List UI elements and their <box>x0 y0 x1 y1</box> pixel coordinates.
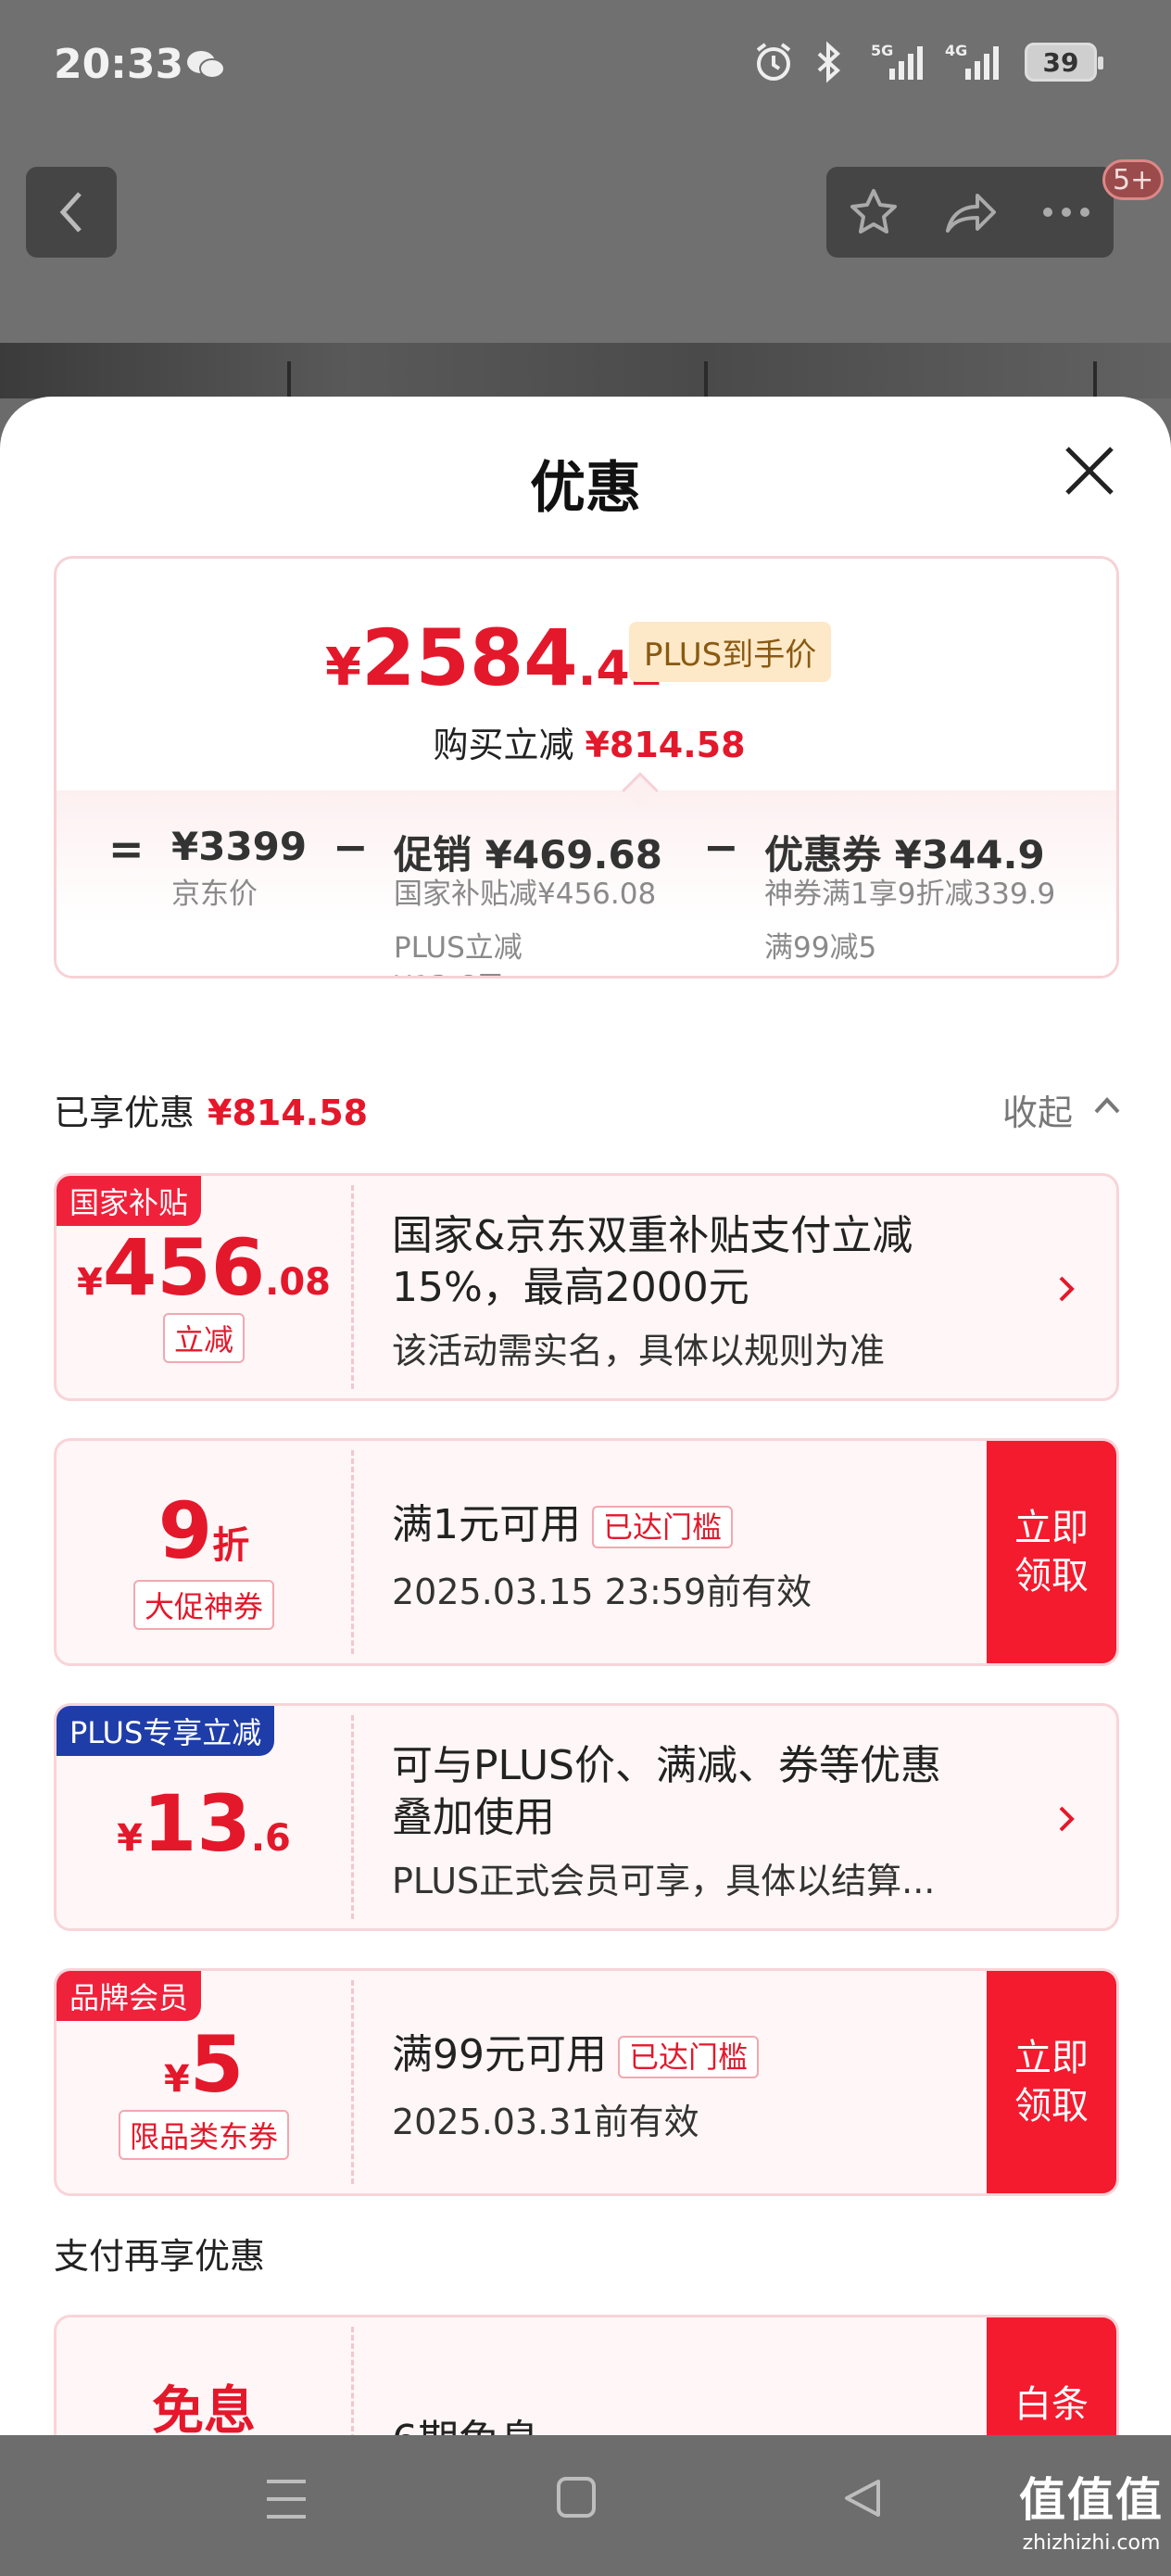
home-icon[interactable] <box>556 2476 597 2519</box>
close-icon[interactable] <box>1064 445 1115 497</box>
coupon-amount: 优惠券 ¥344.9 <box>764 832 1045 878</box>
menu-icon[interactable] <box>265 2476 308 2522</box>
wechat-icon <box>187 51 225 79</box>
chevron-left-icon <box>59 192 82 233</box>
purchase-discount: 购买立减 ¥814.58 <box>433 725 746 765</box>
card-title-line1: 国家&京东双重补贴支付立减 <box>392 1212 913 1259</box>
coupon-detail-2: 满99减5 <box>764 931 877 965</box>
card-title-line2: 叠加使用 <box>392 1794 555 1841</box>
promo-detail-subsidy: 国家补贴减¥456.08 <box>394 878 657 911</box>
threshold-reached-badge: 已达门槛 <box>618 2036 760 2078</box>
status-icons: 5G 4G 39 <box>752 39 1103 85</box>
card-tag: PLUS专享立减 <box>57 1706 275 1756</box>
top-action-group <box>826 167 1114 258</box>
card-title: 满1元可用 已达门槛 <box>392 1498 734 1552</box>
share-icon[interactable] <box>942 186 998 238</box>
signal-4g-icon: 4G <box>945 42 999 80</box>
back-icon[interactable] <box>841 2476 884 2520</box>
plus-price-tag: PLUS到手价 <box>629 622 832 682</box>
watermark-logo: 值值值 zhizhizhi.com <box>1019 2473 1164 2555</box>
card-value: 9折 <box>157 1485 250 1576</box>
card-title-line1: 可与PLUS价、满减、券等优惠 <box>392 1742 941 1789</box>
battery-icon: 39 <box>1025 43 1103 82</box>
coupon-card-brand-member: 品牌会员 ¥5 限品类东券 满99元可用 已达门槛 2025.03.31前有效 立… <box>54 1968 1119 2196</box>
sheet-title: 优惠 <box>530 456 641 521</box>
coupon-detail-1: 神券满1享9折减339.9 <box>764 878 1056 911</box>
product-image-strip <box>0 343 1171 398</box>
signal-5g-icon: 5G <box>871 42 923 80</box>
minus-sign: − <box>333 822 369 872</box>
card-title-line2: 15%，最高2000元 <box>392 1264 749 1311</box>
coupon-card-national-subsidy[interactable]: 国家补贴 ¥456.08 立减 国家&京东双重补贴支付立减 15%，最高2000… <box>54 1173 1119 1401</box>
bluetooth-icon <box>817 41 840 83</box>
card-validity: 2025.03.31前有效 <box>392 2102 699 2142</box>
card-value: ¥5 <box>163 2019 245 2110</box>
card-desc: PLUS正式会员可享，具体以结算... <box>392 1861 936 1901</box>
threshold-reached-badge: 已达门槛 <box>592 1506 734 1548</box>
claim-button[interactable]: 立即领取 <box>987 1971 1116 2193</box>
card-title: 满99元可用 已达门槛 <box>392 2028 760 2082</box>
product-top-nav: 5+ <box>0 139 1171 343</box>
collapse-button[interactable]: 收起 <box>1002 1084 1073 1135</box>
star-icon[interactable] <box>848 186 900 238</box>
promo-detail-plus: PLUS立减 <box>394 931 523 965</box>
promo-detail-plus-amount: ¥13.6元 <box>394 966 505 976</box>
final-price: ¥2584.42 <box>325 612 663 703</box>
notification-badge: 5+ <box>1102 159 1165 200</box>
card-badge: 大促神券 <box>57 1580 351 1630</box>
coupon-card-interest-free: 免息 6期免息 白条 <box>54 2315 1119 2435</box>
more-icon[interactable] <box>1040 205 1092 220</box>
card-value: 免息 <box>152 2381 256 2435</box>
chevron-up-icon[interactable] <box>1093 1095 1121 1116</box>
price-summary: ¥2584.42 PLUS到手价 购买立减 ¥814.58 = ¥3399 京东价… <box>54 556 1119 979</box>
chevron-right-icon[interactable] <box>1057 1804 1076 1834</box>
card-badge: 限品类东券 <box>57 2110 351 2160</box>
price-breakdown: = ¥3399 京东价 − 促销 ¥469.68 国家补贴减¥456.08 PL… <box>57 790 1116 976</box>
chevron-right-icon[interactable] <box>1057 1274 1076 1304</box>
coupon-card-plus[interactable]: PLUS专享立减 ¥13.6 可与PLUS价、满减、券等优惠 叠加使用 PLUS… <box>54 1703 1119 1931</box>
card-desc: 该活动需实名，具体以规则为准 <box>392 1331 886 1371</box>
card-value: ¥456.08 <box>76 1222 332 1313</box>
system-nav-bar: 值值值 zhizhizhi.com <box>0 2435 1171 2576</box>
baitiao-button[interactable]: 白条 <box>987 2317 1116 2435</box>
equals-sign: = <box>108 824 145 874</box>
discount-sheet: 优惠 ¥2584.42 PLUS到手价 购买立减 ¥814.58 = ¥3399 … <box>0 397 1171 2435</box>
status-bar: 20:33 5G 4G 39 <box>0 0 1171 139</box>
status-time: 20:33 <box>54 41 184 88</box>
alarm-icon <box>756 43 791 81</box>
card-tag: 国家补贴 <box>57 1176 202 1226</box>
coupon-card-discount: 9折 大促神券 满1元可用 已达门槛 2025.03.15 23:59前有效 立即… <box>54 1438 1119 1666</box>
card-validity: 2025.03.15 23:59前有效 <box>392 1572 812 1612</box>
card-title: 6期免息 <box>392 2414 540 2435</box>
back-button[interactable] <box>26 167 117 258</box>
promo-amount: 促销 ¥469.68 <box>394 832 662 878</box>
svg-text:5G: 5G <box>871 42 893 59</box>
card-badge: 立减 <box>57 1313 351 1363</box>
svg-text:4G: 4G <box>945 42 967 59</box>
minus-sign: − <box>703 822 739 872</box>
pay-section-label: 支付再享优惠 <box>54 2236 266 2277</box>
jd-price-label: 京东价 <box>171 878 258 911</box>
claim-button[interactable]: 立即领取 <box>987 1441 1116 1663</box>
card-tag: 品牌会员 <box>57 1971 202 2021</box>
card-value: ¥13.6 <box>117 1778 291 1869</box>
enjoyed-discount-label: 已享优惠 ¥814.58 <box>54 1092 369 1133</box>
jd-price: ¥3399 <box>171 824 308 869</box>
